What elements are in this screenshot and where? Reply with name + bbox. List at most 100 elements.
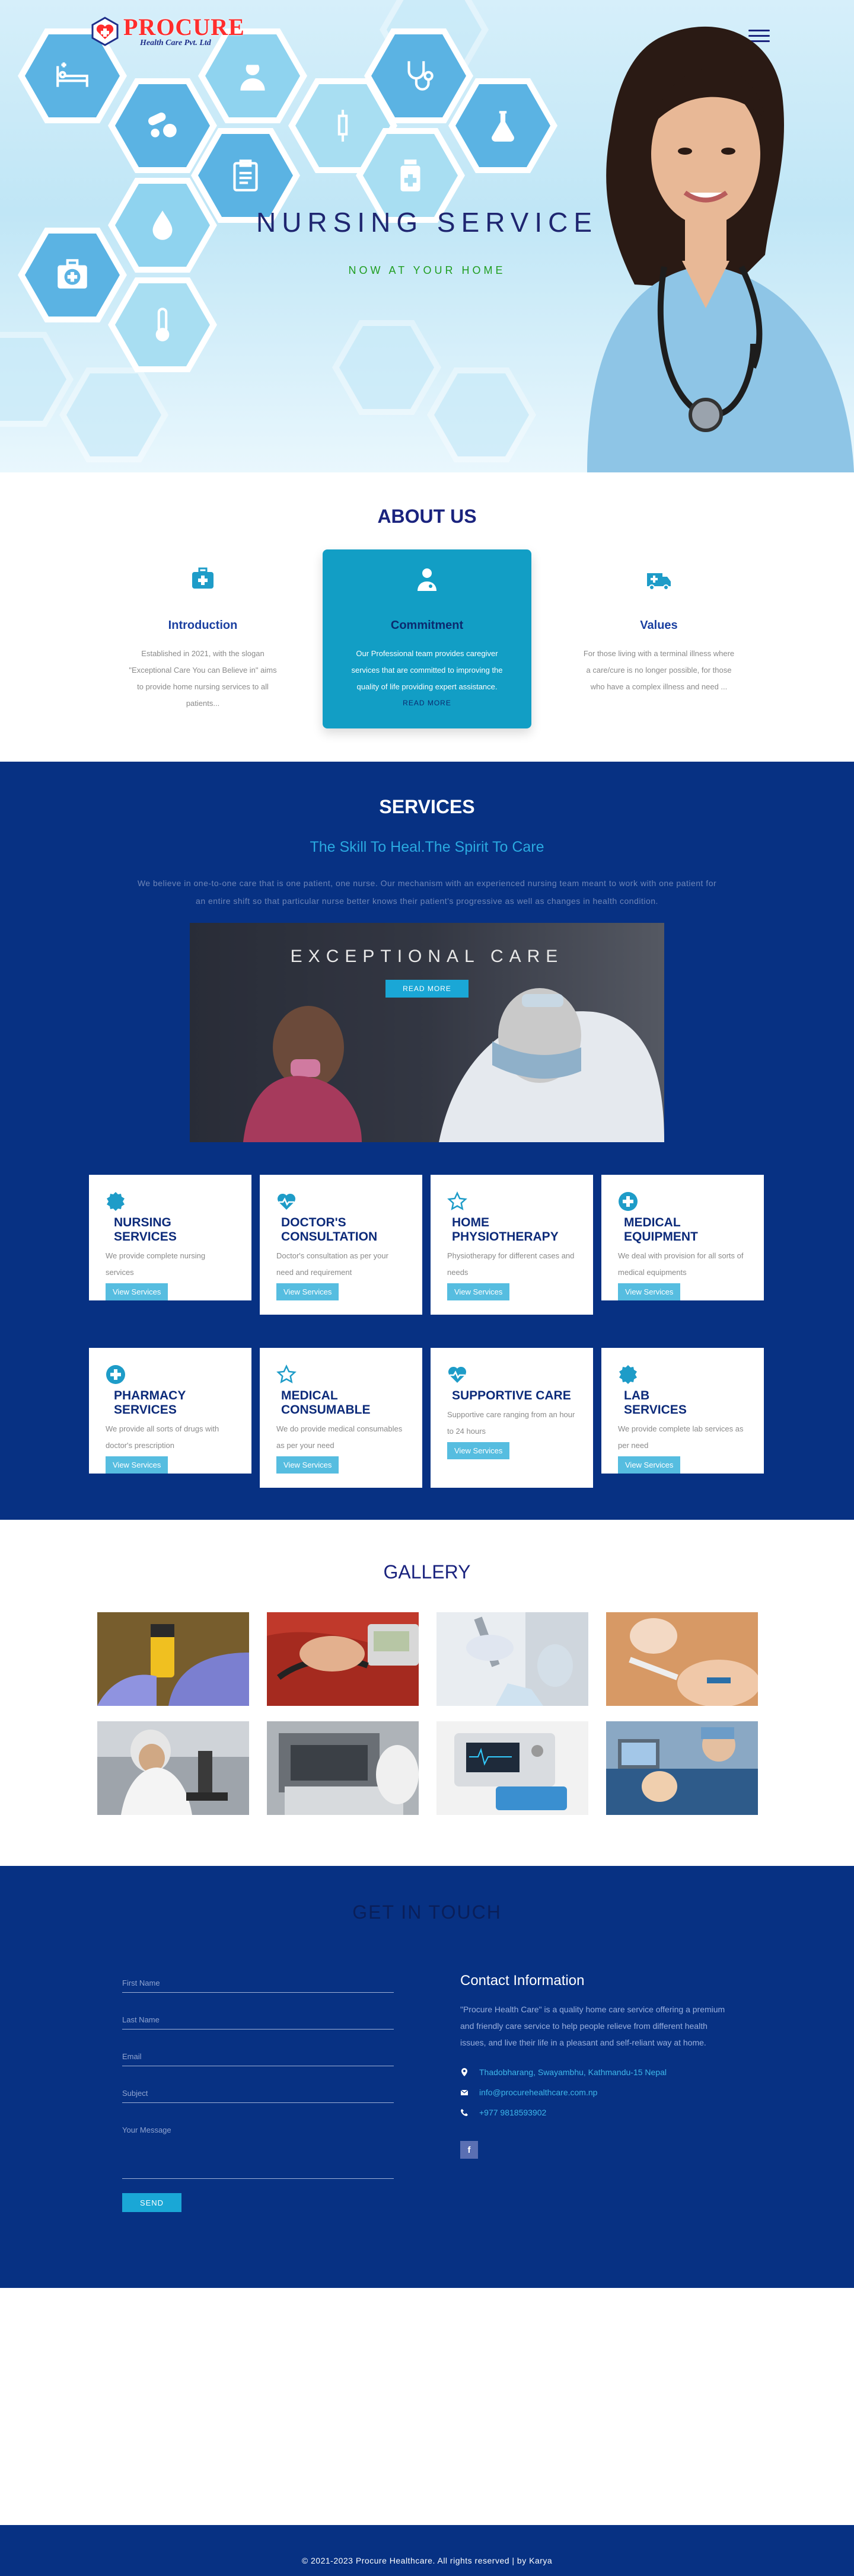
star-icon (276, 1364, 297, 1383)
service-card-text: We provide complete lab services as per … (618, 1424, 744, 1450)
about-card-introduction: Introduction Established in 2021, with t… (98, 549, 307, 728)
hero-subtitle: NOW AT YOUR HOME (348, 264, 506, 276)
service-card-pharmacy: PHARMACY SERVICES We provide all sorts o… (89, 1348, 251, 1474)
gallery-image-dental[interactable] (606, 1612, 758, 1706)
gallery-title: GALLERY (383, 1561, 471, 1583)
about-card-text: For those living with a terminal illness… (583, 649, 735, 691)
brand-name: PROCURE (123, 14, 245, 40)
envelope-icon (460, 2089, 469, 2095)
services-tagline: The Skill To Heal.The Spirit To Care (310, 839, 544, 855)
gallery-image-lab-sample[interactable] (97, 1612, 249, 1706)
gallery-image-lab-machine[interactable] (267, 1721, 419, 1815)
view-services-button[interactable]: View Services (447, 1442, 510, 1459)
service-card-text: We provide complete nursing services (106, 1251, 206, 1277)
plus-circle-icon (106, 1365, 125, 1384)
plus-circle-icon (619, 1192, 638, 1211)
gallery-image-blood-pressure[interactable] (267, 1612, 419, 1706)
services-section: SERVICES The Skill To Heal.The Spirit To… (0, 762, 854, 1520)
banner-read-more-button[interactable]: READ MORE (385, 980, 469, 998)
heartbeat-icon (277, 1193, 296, 1210)
service-card-title: MEDICAL CONSUMABLE (281, 1389, 371, 1417)
about-card-title: Commitment (390, 619, 464, 632)
address-line: Thadobharang, Swayambhu, Kathmandu-15 Ne… (460, 2067, 667, 2077)
send-button[interactable]: SEND (122, 2193, 181, 2212)
email-text[interactable]: info@procurehealthcare.com.np (479, 2088, 597, 2097)
gallery-image-microscope[interactable] (97, 1721, 249, 1815)
gallery-image-dentist[interactable] (606, 1721, 758, 1815)
copyright-text: © 2021-2023 Procure Healthcare. All righ… (301, 2556, 553, 2565)
about-card-values: Values For those living with a terminal … (555, 549, 763, 728)
service-card-title: HOME PHYSIOTHERAPY (452, 1216, 559, 1244)
service-card-lab: LAB SERVICES We provide complete lab ser… (601, 1348, 764, 1474)
first-aid-kit-icon (18, 228, 127, 322)
about-card-title: Introduction (168, 619, 238, 632)
facebook-icon[interactable]: f (460, 2141, 478, 2159)
heartbeat-icon (448, 1366, 467, 1383)
last-name-input[interactable] (122, 2015, 394, 2030)
service-card-text: We provide all sorts of drugs with docto… (106, 1424, 219, 1450)
message-textarea[interactable] (122, 2126, 394, 2179)
brand-subtitle: Health Care Pvt. Ltd (140, 39, 211, 47)
about-card-commitment: Commitment Our Professional team provide… (323, 549, 531, 728)
star-icon (447, 1191, 467, 1210)
service-card-title: DOCTOR'S CONSULTATION (281, 1216, 378, 1244)
badge-icon (619, 1365, 637, 1384)
gallery-image-pipette[interactable] (436, 1612, 588, 1706)
view-services-button[interactable]: View Services (618, 1456, 681, 1474)
view-services-button[interactable]: View Services (447, 1283, 510, 1300)
nurse-photo (587, 26, 854, 472)
read-more-link[interactable]: READ MORE (403, 699, 451, 707)
about-card-text: Our Professional team provides caregiver… (351, 649, 503, 691)
hero-section: PROCURE Health Care Pvt. Ltd NURSING SER… (0, 0, 854, 472)
service-card-title: PHARMACY SERVICES (114, 1389, 186, 1417)
contact-info-title: Contact Information (460, 1973, 585, 1989)
first-name-input[interactable] (122, 1979, 394, 1993)
service-card-nursing: NURSING SERVICES We provide complete nur… (89, 1175, 251, 1300)
footer: © 2021-2023 Procure Healthcare. All righ… (0, 2525, 854, 2576)
brand-logo[interactable]: PROCURE Health Care Pvt. Ltd (90, 15, 245, 47)
view-services-button[interactable]: View Services (276, 1283, 339, 1300)
map-marker-icon (461, 2068, 467, 2076)
decor-hexagon (332, 320, 441, 415)
service-card-home-physiotherapy: HOME PHYSIOTHERAPY Physiotherapy for dif… (431, 1175, 593, 1315)
doctor-icon (418, 568, 436, 591)
badge-icon (107, 1192, 125, 1211)
service-card-medical-equipment: MEDICAL EQUIPMENT We deal with provision… (601, 1175, 764, 1300)
service-card-text: We deal with provision for all sorts of … (618, 1251, 744, 1277)
email-line[interactable]: info@procurehealthcare.com.np (460, 2088, 597, 2097)
gallery-section: GALLERY (0, 1520, 854, 1866)
address-text: Thadobharang, Swayambhu, Kathmandu-15 Ne… (479, 2067, 667, 2077)
decor-hexagon (59, 367, 168, 462)
view-services-button[interactable]: View Services (106, 1283, 168, 1300)
banner-title: EXCEPTIONAL CARE (290, 947, 564, 966)
service-card-text: We do provide medical consumables as per… (276, 1424, 403, 1450)
service-card-title: NURSING SERVICES (114, 1216, 177, 1244)
view-services-button[interactable]: View Services (276, 1456, 339, 1474)
phone-line[interactable]: +977 9818593902 (460, 2108, 546, 2117)
gallery-image-ecg-monitor[interactable] (436, 1721, 588, 1815)
contact-section: GET IN TOUCH SEND Contact Information "P… (0, 1866, 854, 2288)
service-card-text: Doctor's consultation as per your need a… (276, 1251, 388, 1277)
service-card-doctor-consultation: DOCTOR'S CONSULTATION Doctor's consultat… (260, 1175, 422, 1315)
thermometer-icon (108, 277, 217, 372)
flask-icon (448, 78, 557, 173)
about-title: ABOUT US (377, 506, 477, 527)
phone-text[interactable]: +977 9818593902 (479, 2108, 546, 2117)
email-input[interactable] (122, 2052, 394, 2066)
service-card-title: LAB SERVICES (624, 1389, 687, 1417)
service-card-medical-consumable: MEDICAL CONSUMABLE We do provide medical… (260, 1348, 422, 1488)
service-card-text: Supportive care ranging from an hour to … (447, 1410, 575, 1436)
medical-kit-icon (192, 567, 214, 589)
service-card-text: Physiotherapy for different cases and ne… (447, 1251, 575, 1277)
service-card-title: SUPPORTIVE CARE (452, 1389, 571, 1402)
subject-input[interactable] (122, 2089, 394, 2103)
service-card-supportive-care: SUPPORTIVE CARE Supportive care ranging … (431, 1348, 593, 1488)
logo-mark-icon (91, 17, 119, 46)
about-card-text: Established in 2021, with the slogan "Ex… (129, 649, 277, 708)
view-services-button[interactable]: View Services (618, 1283, 681, 1300)
decor-hexagon (427, 367, 536, 462)
services-title: SERVICES (379, 796, 475, 817)
view-services-button[interactable]: View Services (106, 1456, 168, 1474)
contact-info-text: "Procure Health Care" is a quality home … (460, 2005, 725, 2047)
exceptional-care-banner: EXCEPTIONAL CARE READ MORE (190, 923, 664, 1142)
